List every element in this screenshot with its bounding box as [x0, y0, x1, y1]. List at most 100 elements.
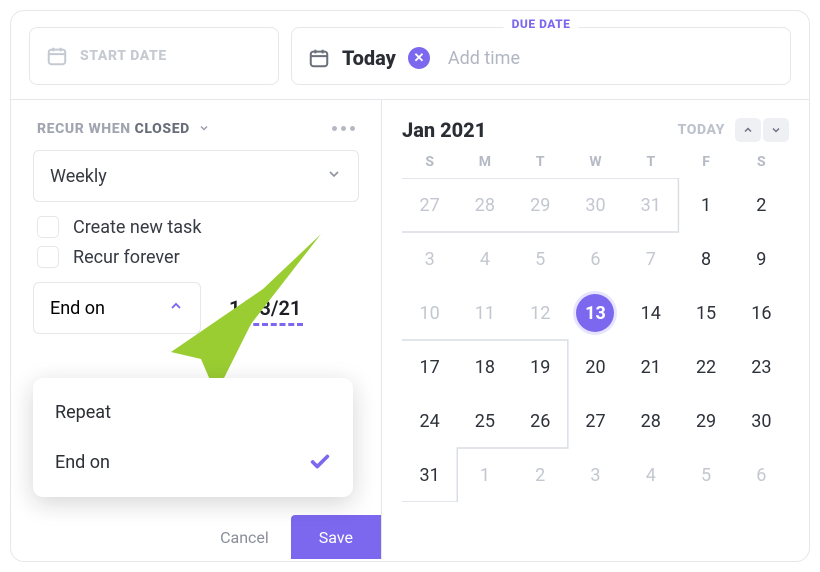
day-number: 28	[466, 186, 504, 224]
day-number: 12	[521, 294, 559, 332]
day-number: 6	[576, 240, 614, 278]
chevron-down-icon	[198, 119, 210, 138]
dow-label: F	[678, 154, 733, 170]
day-number: 3	[411, 240, 449, 278]
calendar-day[interactable]: 17	[402, 340, 457, 394]
calendar-day[interactable]: 2	[734, 178, 789, 232]
calendar-day[interactable]: 6	[568, 232, 623, 286]
more-options-button[interactable]	[332, 126, 355, 131]
recur-when-value[interactable]: CLOSED	[135, 121, 190, 137]
end-on-date-input[interactable]: 1/13/21	[229, 296, 301, 320]
day-number: 13	[576, 294, 614, 332]
calendar-day[interactable]: 28	[457, 178, 512, 232]
calendar-day[interactable]: 3	[402, 232, 457, 286]
chevron-up-icon	[168, 298, 184, 319]
footer-actions: Cancel Save	[11, 507, 381, 559]
calendar-day[interactable]: 7	[623, 232, 678, 286]
calendar-day[interactable]: 8	[678, 232, 733, 286]
calendar-day[interactable]: 15	[678, 286, 733, 340]
cancel-button[interactable]: Cancel	[200, 515, 289, 559]
calendar-day[interactable]: 27	[402, 178, 457, 232]
calendar-day[interactable]: 4	[457, 232, 512, 286]
prev-month-button[interactable]	[735, 118, 761, 142]
calendar-day[interactable]: 4	[623, 448, 678, 502]
clear-due-date-button[interactable]: ✕	[408, 47, 430, 69]
calendar-day[interactable]: 2	[513, 448, 568, 502]
calendar-day[interactable]: 16	[734, 286, 789, 340]
frequency-select[interactable]: Weekly	[33, 150, 359, 202]
day-number: 19	[521, 348, 559, 386]
day-number: 28	[632, 402, 670, 440]
calendar-day[interactable]: 30	[568, 178, 623, 232]
calendar-day[interactable]: 27	[568, 394, 623, 448]
today-button[interactable]: TODAY	[678, 122, 725, 138]
dow-label: T	[623, 154, 678, 170]
dow-label: S	[402, 154, 457, 170]
calendar-icon	[46, 45, 68, 67]
save-button[interactable]: Save	[291, 515, 381, 559]
dow-label: M	[457, 154, 512, 170]
calendar-day[interactable]: 31	[402, 448, 457, 502]
dropdown-option-repeat[interactable]: Repeat	[33, 388, 353, 437]
calendar-day[interactable]: 11	[457, 286, 512, 340]
calendar-day[interactable]: 13	[568, 286, 623, 340]
day-number: 25	[466, 402, 504, 440]
calendar-day[interactable]: 18	[457, 340, 512, 394]
check-icon	[309, 451, 331, 473]
start-date-label: START DATE	[80, 48, 167, 64]
calendar-day[interactable]: 5	[513, 232, 568, 286]
end-type-select[interactable]: End on	[33, 282, 201, 334]
day-number: 30	[576, 186, 614, 224]
add-time-button[interactable]: Add time	[448, 48, 520, 69]
top-bar: START DATE DUE DATE Today ✕ Add time	[11, 11, 809, 99]
calendar-day[interactable]: 24	[402, 394, 457, 448]
calendar-month: Jan 2021	[402, 118, 486, 142]
option-label: End on	[55, 452, 110, 473]
calendar-day[interactable]: 14	[623, 286, 678, 340]
calendar-day[interactable]: 29	[678, 394, 733, 448]
day-number: 6	[742, 456, 780, 494]
calendar-day[interactable]: 30	[734, 394, 789, 448]
dow-label: T	[513, 154, 568, 170]
calendar-day[interactable]: 31	[623, 178, 678, 232]
create-new-task-checkbox[interactable]	[37, 216, 59, 238]
calendar-day[interactable]: 28	[623, 394, 678, 448]
day-number: 31	[632, 186, 670, 224]
calendar-day[interactable]: 23	[734, 340, 789, 394]
calendar-day[interactable]: 21	[623, 340, 678, 394]
next-month-button[interactable]	[763, 118, 789, 142]
calendar-day[interactable]: 26	[513, 394, 568, 448]
day-number: 10	[411, 294, 449, 332]
calendar-day[interactable]: 12	[513, 286, 568, 340]
calendar-day[interactable]: 5	[678, 448, 733, 502]
day-number: 27	[411, 186, 449, 224]
due-date-field[interactable]: DUE DATE Today ✕ Add time	[291, 27, 791, 85]
recur-forever-checkbox[interactable]	[37, 246, 59, 268]
day-number: 4	[632, 456, 670, 494]
calendar-day[interactable]: 10	[402, 286, 457, 340]
date-dialog: START DATE DUE DATE Today ✕ Add time REC…	[10, 10, 810, 562]
start-date-button[interactable]: START DATE	[29, 27, 279, 85]
calendar-day[interactable]: 25	[457, 394, 512, 448]
day-number: 15	[687, 294, 725, 332]
recur-label: RECUR WHEN	[37, 121, 131, 137]
calendar-day[interactable]: 29	[513, 178, 568, 232]
day-number: 2	[742, 186, 780, 224]
calendar-grid: 2728293031123456789101112131415161718192…	[402, 178, 789, 502]
day-number: 1	[466, 456, 504, 494]
calendar-day[interactable]: 20	[568, 340, 623, 394]
calendar-day[interactable]: 19	[513, 340, 568, 394]
calendar-day[interactable]: 22	[678, 340, 733, 394]
calendar-day[interactable]: 9	[734, 232, 789, 286]
day-number: 29	[521, 186, 559, 224]
dropdown-option-end-on[interactable]: End on	[33, 437, 353, 487]
calendar-day[interactable]: 1	[457, 448, 512, 502]
calendar-day[interactable]: 1	[678, 178, 733, 232]
due-date-tag: DUE DATE	[504, 17, 579, 31]
dow-label: S	[734, 154, 789, 170]
day-number: 23	[742, 348, 780, 386]
calendar-day[interactable]: 3	[568, 448, 623, 502]
day-number: 1	[687, 186, 725, 224]
calendar-day[interactable]: 6	[734, 448, 789, 502]
recur-forever-label: Recur forever	[73, 247, 180, 268]
